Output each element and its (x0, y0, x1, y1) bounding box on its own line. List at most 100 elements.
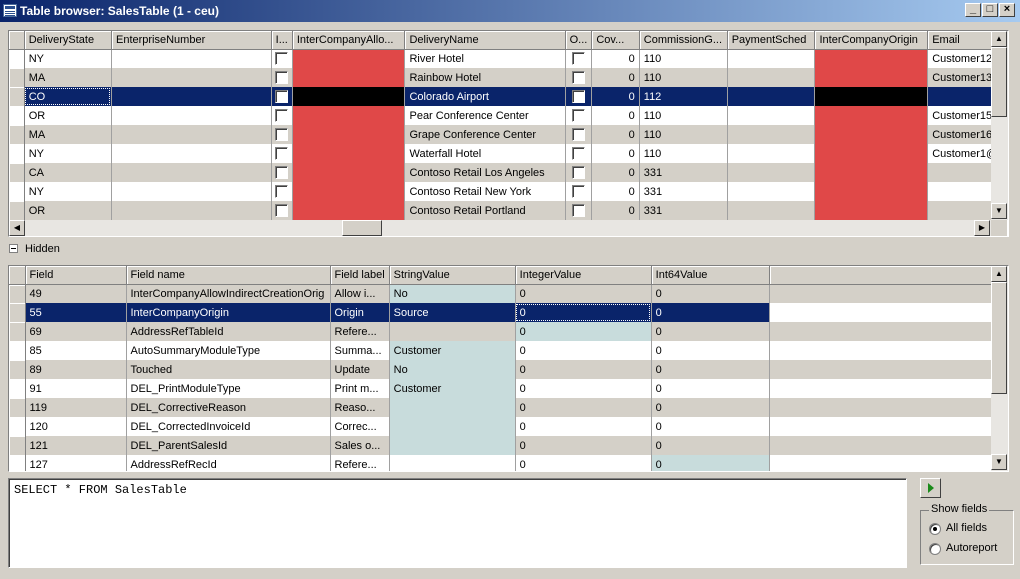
cell-field[interactable]: 119 (25, 398, 127, 417)
cell-stringvalue[interactable]: No (389, 360, 516, 379)
cell-deliverystate[interactable]: NY (24, 144, 112, 163)
cell-field[interactable]: 49 (25, 284, 127, 303)
horizontal-scroll-thumb[interactable] (342, 220, 382, 236)
cell-paymentsched[interactable] (727, 163, 816, 182)
col-header-enterprisenumber[interactable]: EnterpriseNumber (111, 31, 272, 50)
cell-commissiongroup[interactable]: 110 (639, 68, 728, 87)
cell-field-name[interactable]: DEL_CorrectiveReason (126, 398, 331, 417)
checkbox[interactable] (571, 147, 585, 160)
cell-cov[interactable]: 0 (591, 106, 640, 125)
bottom-grid-vertical-scrollbar[interactable]: ▲ ▼ (991, 266, 1008, 471)
cell-checkbox[interactable] (271, 163, 293, 182)
cell-enterprisenumber[interactable] (111, 125, 272, 144)
cell-int64value[interactable]: 0 (651, 284, 770, 303)
cell-int64value[interactable]: 0 (651, 398, 770, 417)
cell-checkbox[interactable] (565, 68, 593, 87)
radio-button[interactable] (929, 543, 941, 555)
row-selector[interactable] (9, 201, 25, 220)
cell-checkbox[interactable] (565, 49, 593, 68)
cell-field[interactable]: 127 (25, 455, 127, 471)
row-selector[interactable] (9, 341, 26, 360)
cell-paymentsched[interactable] (727, 87, 816, 106)
cell-field[interactable]: 69 (25, 322, 127, 341)
table-row[interactable]: OR Pear Conference Center 0 110 Customer… (9, 106, 1008, 125)
cell-checkbox[interactable] (565, 87, 593, 106)
table-row[interactable]: 119 DEL_CorrectiveReason Reaso... 0 0 (9, 398, 994, 417)
cell-deliveryname[interactable]: Contoso Retail New York (404, 182, 566, 201)
cell-int64value[interactable]: 0 (651, 341, 770, 360)
table-row[interactable]: 89 Touched Update No 0 0 (9, 360, 994, 379)
col-header-field[interactable]: Field (25, 266, 127, 285)
table-row[interactable]: 69 AddressRefTableId Refere... 0 0 (9, 322, 994, 341)
table-row[interactable]: NY River Hotel 0 110 Customer120 (9, 49, 1008, 68)
close-button[interactable]: × (999, 3, 1015, 17)
cell-field[interactable]: 121 (25, 436, 127, 455)
cell-integervalue[interactable]: 0 (515, 284, 652, 303)
cell-enterprisenumber[interactable] (111, 182, 272, 201)
scroll-right-arrow-icon[interactable]: ▶ (974, 220, 990, 236)
checkbox[interactable] (275, 147, 289, 160)
checkbox[interactable] (275, 71, 289, 84)
cell-deliverystate[interactable]: NY (24, 182, 112, 201)
cell-int64value[interactable]: 0 (651, 360, 770, 379)
cell-field-label[interactable]: Print m... (330, 379, 390, 398)
cell-intercompanyallow[interactable] (292, 49, 406, 68)
table-row[interactable]: MA Grape Conference Center 0 110 Custome… (9, 125, 1008, 144)
cell-paymentsched[interactable] (727, 182, 816, 201)
scroll-up-arrow-icon[interactable]: ▲ (991, 266, 1007, 282)
cell-field[interactable]: 89 (25, 360, 127, 379)
cell-cov[interactable]: 0 (591, 125, 640, 144)
cell-stringvalue[interactable]: Customer (389, 341, 516, 360)
cell-commissiongroup[interactable]: 110 (639, 49, 728, 68)
vertical-scroll-thumb[interactable] (991, 282, 1007, 394)
cell-stringvalue[interactable] (389, 455, 516, 471)
checkbox[interactable] (571, 185, 585, 198)
row-selector[interactable] (9, 360, 26, 379)
cell-enterprisenumber[interactable] (111, 201, 272, 220)
cell-field-label[interactable]: Refere... (330, 455, 390, 471)
row-selector[interactable] (9, 163, 25, 182)
field-values-grid[interactable]: Field Field name Field label StringValue… (8, 265, 1009, 472)
cell-field-label[interactable]: Allow i... (330, 284, 390, 303)
table-row[interactable]: 85 AutoSummaryModuleType Summa... Custom… (9, 341, 994, 360)
cell-enterprisenumber[interactable] (111, 49, 272, 68)
col-header-deliverystate[interactable]: DeliveryState (24, 31, 112, 50)
table-row-selected[interactable]: CO Colorado Airport 0 112 (9, 87, 1008, 106)
table-row-selected[interactable]: 55 InterCompanyOrigin Origin Source 0 0 (9, 303, 994, 322)
cell-intercompanyorigin[interactable] (814, 201, 929, 220)
maximize-button[interactable]: □ (982, 3, 998, 17)
row-selector[interactable] (9, 417, 26, 436)
row-selector[interactable] (9, 182, 25, 201)
cell-paymentsched[interactable] (727, 125, 816, 144)
cell-paymentsched[interactable] (727, 68, 816, 87)
col-header-cov[interactable]: Cov... (591, 31, 640, 50)
cell-paymentsched[interactable] (727, 144, 816, 163)
row-selector[interactable] (9, 303, 26, 322)
cell-checkbox[interactable] (271, 144, 293, 163)
col-header-stringvalue[interactable]: StringValue (389, 266, 516, 285)
cell-intercompanyallow[interactable] (292, 201, 406, 220)
cell-stringvalue[interactable]: Customer (389, 379, 516, 398)
row-selector[interactable] (9, 436, 26, 455)
cell-cov[interactable]: 0 (591, 68, 640, 87)
cell-paymentsched[interactable] (727, 49, 816, 68)
cell-field-name[interactable]: AddressRefRecId (126, 455, 331, 471)
cell-enterprisenumber[interactable] (111, 106, 272, 125)
cell-enterprisenumber[interactable] (111, 144, 272, 163)
cell-intercompanyorigin[interactable] (814, 125, 929, 144)
cell-stringvalue[interactable] (389, 417, 516, 436)
cell-integervalue[interactable]: 0 (515, 455, 652, 471)
row-selector[interactable] (9, 49, 25, 68)
cell-commissiongroup[interactable]: 331 (639, 182, 728, 201)
col-header-int64value[interactable]: Int64Value (651, 266, 770, 285)
cell-integervalue[interactable]: 0 (515, 360, 652, 379)
cell-field-name[interactable]: AddressRefTableId (126, 322, 331, 341)
cell-deliveryname[interactable]: Contoso Retail Los Angeles (404, 163, 566, 182)
cell-checkbox[interactable] (271, 68, 293, 87)
col-header-integervalue[interactable]: IntegerValue (515, 266, 652, 285)
cell-commissiongroup[interactable]: 110 (639, 125, 728, 144)
cell-checkbox[interactable] (271, 49, 293, 68)
cell-stringvalue[interactable] (389, 398, 516, 417)
cell-intercompanyorigin[interactable] (814, 87, 929, 106)
cell-deliverystate[interactable]: NY (24, 49, 112, 68)
